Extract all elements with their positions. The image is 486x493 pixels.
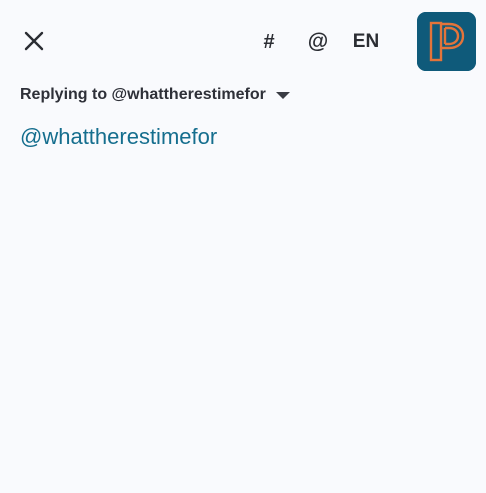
profile-avatar-icon <box>417 12 476 71</box>
mention-label: @ <box>307 30 329 53</box>
compose-text-field[interactable]: @whattherestimefor <box>20 124 466 154</box>
chevron-down-icon <box>275 91 290 99</box>
replying-to-label: Replying to @whattherestimefor <box>20 86 266 103</box>
compose-toolbar: # @ EN <box>0 0 486 84</box>
hashtag-label: # <box>263 30 275 53</box>
close-icon <box>24 31 44 51</box>
hashtag-button[interactable]: # <box>256 26 282 58</box>
mention-button[interactable]: @ <box>302 26 334 58</box>
close-button[interactable] <box>17 24 51 58</box>
language-button[interactable]: EN <box>348 26 384 58</box>
replying-to-dropdown[interactable]: Replying to @whattherestimefor <box>20 84 290 106</box>
compose-reply-screen: # @ EN Replying to @whattherestimefor @w… <box>0 0 486 493</box>
profile-avatar[interactable] <box>417 12 476 71</box>
language-label: EN <box>352 31 380 52</box>
